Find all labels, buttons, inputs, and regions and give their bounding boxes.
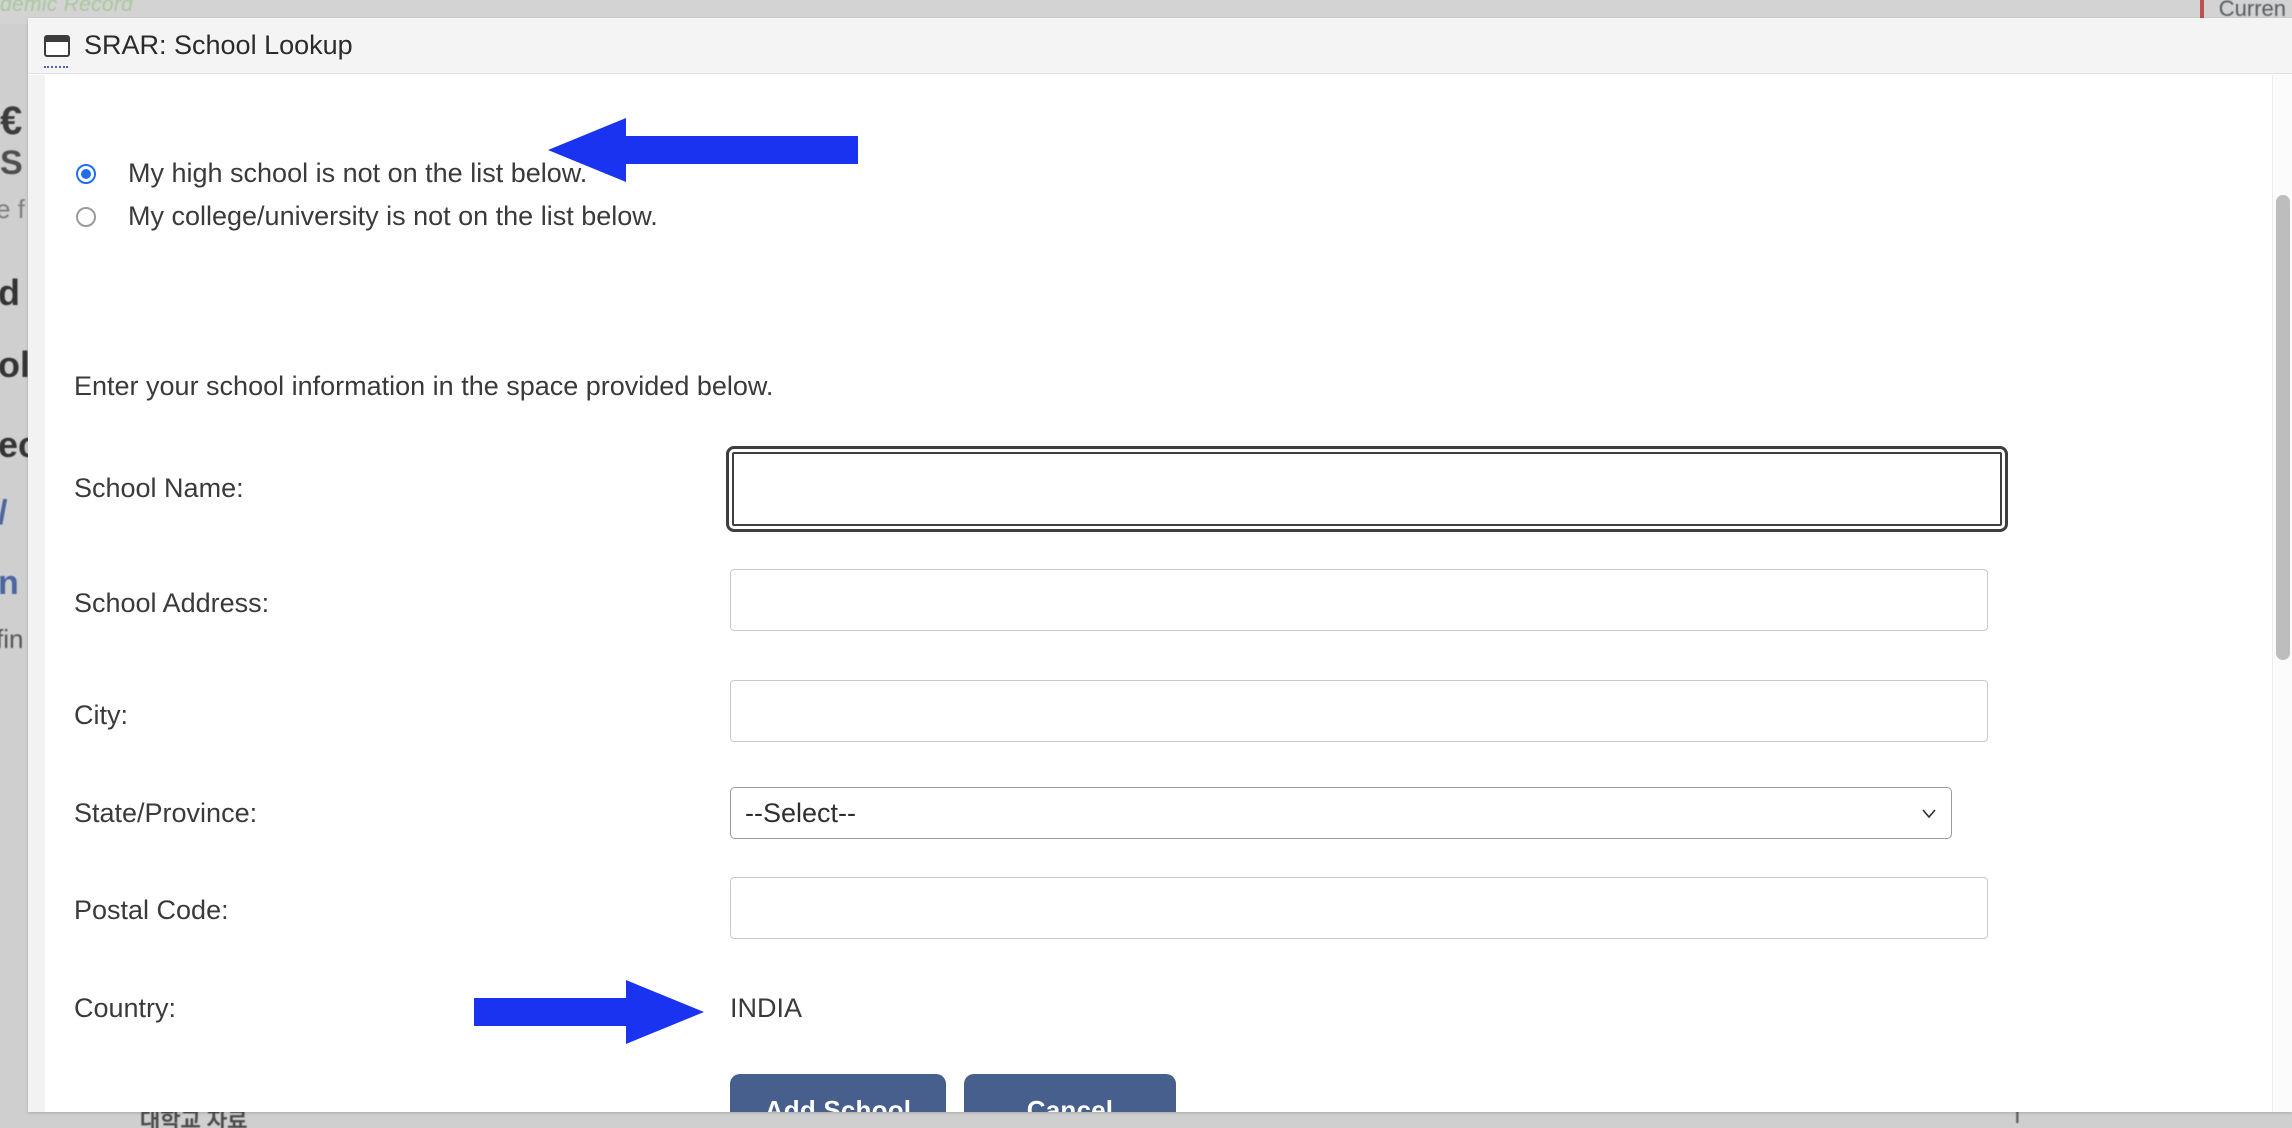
label-country: Country: — [74, 993, 177, 1023]
background-bottom-sliver: 대학교 자료 T — [0, 1112, 2292, 1128]
background-fragment-1: S — [0, 144, 23, 182]
school-address-input[interactable] — [730, 569, 1988, 631]
dialog-scrollbar-thumb[interactable] — [2276, 195, 2290, 660]
dialog-left-gutter — [28, 75, 45, 1112]
state-province-select[interactable]: --Select-- — [730, 787, 1952, 839]
label-postal-code: Postal Code: — [74, 895, 229, 925]
school-type-radio-group: My high school is not on the list below.… — [76, 152, 658, 238]
add-school-button[interactable]: Add School — [730, 1074, 946, 1112]
label-school-name: School Name: — [74, 473, 244, 503]
radio-option-high-school[interactable]: My high school is not on the list below. — [76, 152, 658, 195]
background-fragment-4: oll — [0, 344, 30, 385]
dialog-title: SRAR: School Lookup — [84, 30, 353, 60]
radio-icon-high-school[interactable] — [76, 163, 96, 184]
background-fragment-5: ec — [0, 424, 30, 465]
form-instruction: Enter your school information in the spa… — [74, 371, 774, 401]
background-fragment-0: € — [0, 99, 23, 143]
background-fragment-3: d — [0, 272, 20, 313]
window-icon-underline — [44, 64, 68, 68]
state-province-selected-value: --Select-- — [745, 797, 857, 828]
school-name-input[interactable] — [726, 446, 2008, 532]
background-left-sliver: € S e f d oll ec / n fin — [0, 24, 30, 1128]
dialog-scrollbar-track[interactable] — [2272, 75, 2292, 1112]
radio-label-college: My college/university is not on the list… — [128, 201, 658, 231]
radio-option-college[interactable]: My college/university is not on the list… — [76, 195, 658, 238]
screen: demic Record Curren € S e f d oll ec / n… — [0, 0, 2292, 1128]
background-fragment-8: fin — [0, 624, 24, 654]
state-province-select-box[interactable]: --Select-- — [730, 787, 1952, 839]
label-city: City: — [74, 700, 128, 730]
background-bottom-fragment-right: T — [2010, 1112, 2025, 1128]
cancel-button[interactable]: Cancel — [964, 1074, 1176, 1112]
postal-code-input[interactable] — [730, 877, 1988, 939]
dialog-title-bar: SRAR: School Lookup — [28, 18, 2292, 74]
background-fragment-2: e f — [0, 194, 25, 224]
background-bottom-fragment: 대학교 자료 — [140, 1112, 248, 1128]
radio-icon-college[interactable] — [76, 206, 96, 227]
label-state-province: State/Province: — [74, 798, 258, 828]
label-school-address: School Address: — [74, 588, 270, 618]
school-lookup-dialog: SRAR: School Lookup y My high school is … — [28, 18, 2292, 1112]
chevron-down-icon — [1922, 809, 1936, 819]
background-fragment-7: n — [0, 564, 19, 602]
background-fragment-6: / — [0, 494, 7, 533]
radio-label-high-school: My high school is not on the list below. — [128, 158, 588, 188]
city-input[interactable] — [730, 680, 1988, 742]
window-icon — [44, 34, 70, 57]
dialog-body: My high school is not on the list below.… — [28, 75, 2292, 1112]
background-breadcrumb-fragment: demic Record — [0, 0, 134, 16]
country-value: INDIA — [730, 993, 803, 1023]
